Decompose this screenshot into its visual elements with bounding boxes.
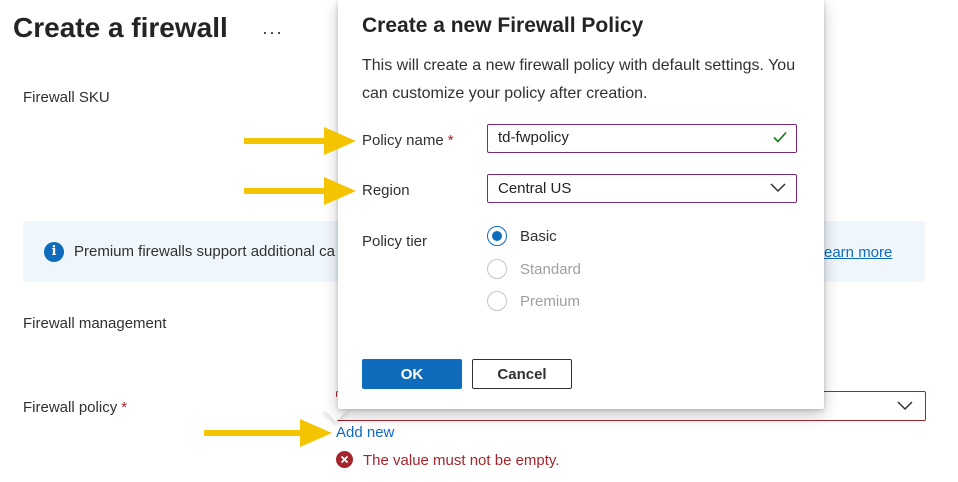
learn-more-link[interactable]: earn more	[824, 244, 892, 261]
radio-label: Basic	[520, 227, 557, 245]
region-select[interactable]: Central US	[487, 174, 797, 203]
firewall-sku-label: Firewall SKU	[23, 89, 110, 106]
radio-button[interactable]	[487, 291, 507, 311]
radio-button[interactable]	[487, 226, 507, 246]
tier-option-basic[interactable]: Basic	[487, 224, 557, 248]
dialog-description: This will create a new firewall policy w…	[362, 57, 796, 102]
region-label: Region	[362, 182, 410, 199]
info-banner-text: Premium firewalls support additional ca	[74, 243, 335, 260]
add-new-link[interactable]: Add new	[336, 424, 394, 441]
error-message: The value must not be empty.	[363, 452, 560, 469]
firewall-policy-label: Firewall policy *	[23, 399, 127, 416]
radio-label: Standard	[520, 260, 581, 278]
firewall-management-label: Firewall management	[23, 315, 167, 332]
policy-tier-label: Policy tier	[362, 233, 428, 250]
dialog-title: Create a new Firewall Policy	[362, 14, 644, 37]
check-icon	[773, 131, 787, 143]
required-marker: *	[121, 399, 128, 416]
arrow-right-icon	[204, 419, 332, 447]
info-icon: i	[44, 242, 64, 262]
ok-button[interactable]: OK	[362, 359, 462, 389]
firewall-policy-label-text: Firewall policy	[23, 399, 118, 416]
page-title: Create a firewall	[13, 12, 228, 43]
tier-option-premium[interactable]: Premium	[487, 289, 580, 313]
radio-button[interactable]	[487, 259, 507, 279]
tier-option-standard[interactable]: Standard	[487, 257, 581, 281]
required-marker: *	[447, 132, 454, 149]
radio-label: Premium	[520, 292, 581, 310]
more-options-button[interactable]: ···	[262, 22, 283, 43]
error-icon	[336, 451, 353, 468]
chevron-down-icon	[770, 183, 786, 193]
chevron-down-icon	[897, 401, 913, 411]
create-policy-dialog: Create a new Firewall Policy This will c…	[338, 0, 824, 409]
policy-name-label: Policy name *	[362, 132, 454, 149]
policy-name-field[interactable]	[487, 124, 797, 153]
cancel-button[interactable]: Cancel	[472, 359, 572, 389]
arrow-right-icon	[244, 127, 356, 155]
policy-name-input[interactable]	[498, 129, 748, 146]
policy-name-label-text: Policy name	[362, 132, 444, 149]
region-value: Central US	[498, 180, 572, 197]
arrow-right-icon	[244, 177, 356, 205]
